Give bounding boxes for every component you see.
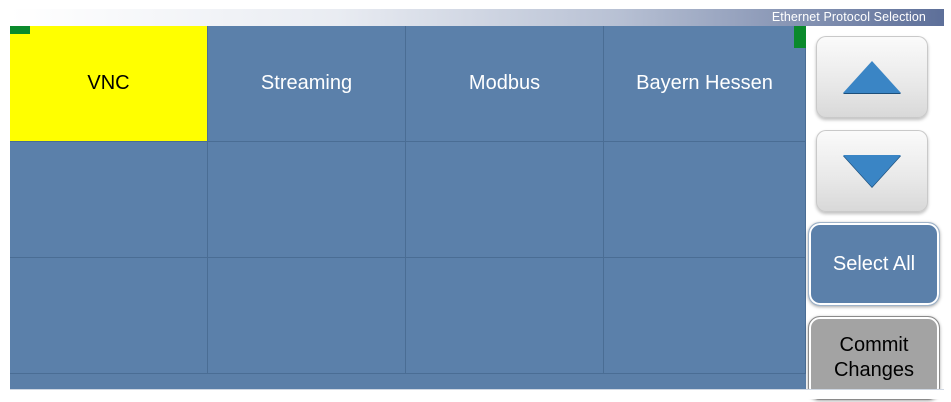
commit-label-line1: Commit — [839, 334, 909, 356]
side-panel: Select All Commit Changes — [806, 26, 944, 400]
protocol-cell-empty[interactable] — [406, 258, 604, 374]
scroll-up-button[interactable] — [816, 36, 928, 118]
commit-changes-label: Commit Changes — [834, 333, 914, 383]
protocol-cell-empty[interactable] — [208, 258, 406, 374]
select-all-label: Select All — [832, 252, 916, 275]
protocol-cell-empty[interactable] — [406, 142, 604, 258]
protocol-cell-empty[interactable] — [10, 258, 208, 374]
protocol-selection-screen: Ethernet Protocol Selection VNC Streamin… — [10, 9, 944, 400]
protocol-grid: VNC Streaming Modbus Bayern Hessen — [10, 26, 806, 389]
commit-changes-button[interactable]: Commit Changes — [808, 316, 940, 400]
protocol-cell-streaming[interactable]: Streaming — [208, 26, 406, 142]
protocol-cell-empty[interactable] — [604, 142, 806, 258]
protocol-cell-modbus[interactable]: Modbus — [406, 26, 604, 142]
protocol-cell-bayern-hessen[interactable]: Bayern Hessen — [604, 26, 806, 142]
bottom-strip — [10, 389, 944, 399]
scroll-down-button[interactable] — [816, 130, 928, 212]
page-end-marker — [794, 26, 806, 48]
triangle-up-icon — [843, 61, 901, 93]
triangle-down-icon — [843, 155, 901, 187]
page-start-marker — [10, 26, 30, 34]
protocol-cell-empty[interactable] — [604, 258, 806, 374]
title-bar: Ethernet Protocol Selection — [10, 9, 944, 26]
protocol-cell-empty[interactable] — [208, 142, 406, 258]
protocol-cell-vnc[interactable]: VNC — [10, 26, 208, 142]
protocol-cell-empty[interactable] — [10, 142, 208, 258]
select-all-button[interactable]: Select All — [808, 222, 940, 306]
page-title: Ethernet Protocol Selection — [771, 10, 926, 24]
commit-label-line2: Changes — [833, 359, 915, 381]
